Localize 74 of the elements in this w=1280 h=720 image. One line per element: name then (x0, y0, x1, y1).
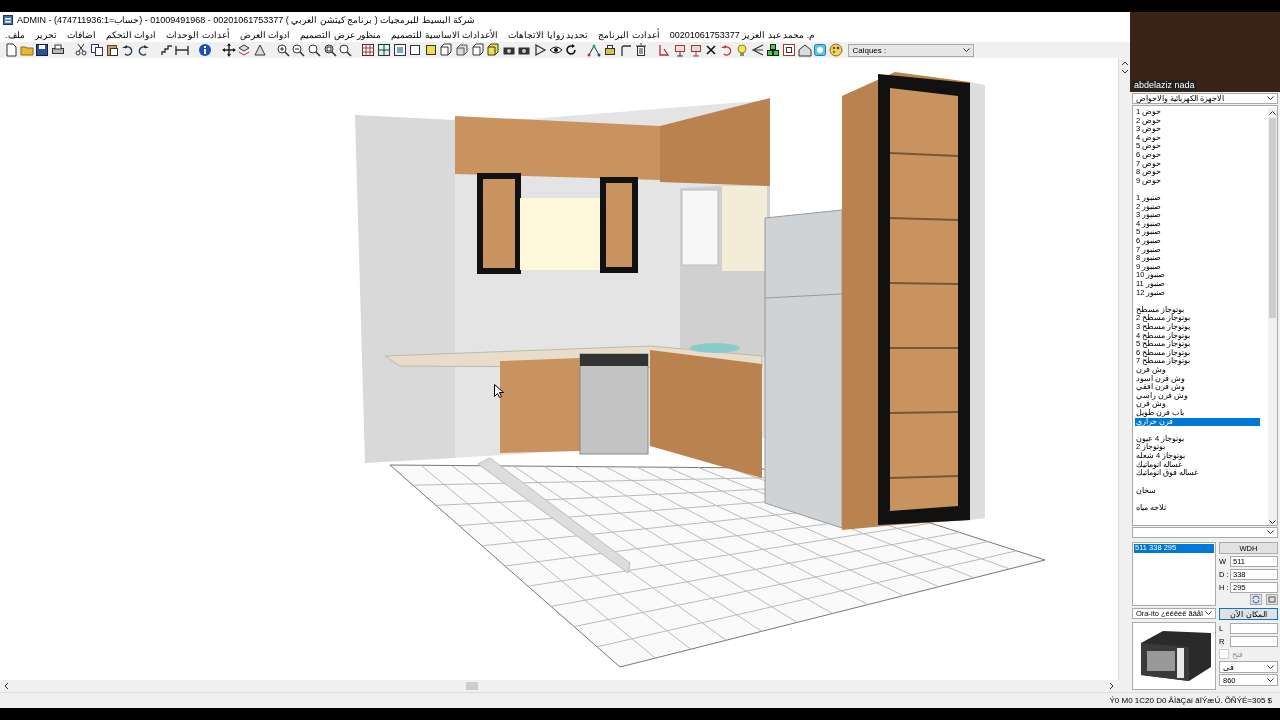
blocks-icon[interactable] (766, 43, 781, 57)
cube-icon[interactable] (439, 43, 454, 57)
copy-icon[interactable] (89, 43, 104, 57)
mouse-pointer-icon (494, 384, 504, 398)
play-icon[interactable] (532, 43, 547, 57)
scroll-down-icon[interactable] (1120, 69, 1129, 75)
eye-icon[interactable] (548, 43, 563, 57)
rotate-icon[interactable] (564, 43, 579, 57)
status-text: Ý0 M0 1C20 D0 ÂÌãÇáí ãÏÝæÚ. ÕÑÝÉ=305 $ (1109, 696, 1272, 705)
zoom-out-icon[interactable] (291, 43, 306, 57)
chevron-down-icon (1267, 530, 1274, 535)
menu-item[interactable]: أعدادت الوحدات (166, 30, 230, 40)
undo-icon[interactable] (120, 43, 135, 57)
window-title: ADMIN - شركة البسيط للبرمجيات ( برنامج كيتشن العربي ) 00201061753377 - 01009491968 - (حساب=474711936:1) (17, 15, 476, 25)
stairs-icon[interactable] (159, 43, 174, 57)
scroll-up-icon[interactable] (1120, 60, 1129, 66)
zoom-icon[interactable] (322, 43, 337, 57)
grid-icon[interactable] (377, 43, 392, 57)
frame-icon[interactable] (392, 43, 407, 57)
layers-dropdown[interactable]: Calques : (848, 43, 975, 57)
chevron-down-icon (1205, 611, 1212, 616)
zoom-icon[interactable] (338, 43, 353, 57)
square-icon[interactable] (423, 43, 438, 57)
scrollbar-thumb[interactable] (466, 682, 478, 690)
angle-icon[interactable] (750, 43, 765, 57)
print-icon[interactable] (50, 43, 65, 57)
menu-item[interactable]: تحديد زوايا الاتجاهات (508, 30, 589, 40)
refresh-icon[interactable] (1250, 594, 1262, 605)
measure-icon[interactable] (175, 43, 190, 57)
frame-icon[interactable] (782, 43, 797, 57)
zoom-icon[interactable] (307, 43, 322, 57)
menu-item[interactable]: ادوات العرض (239, 30, 291, 40)
cube-icon[interactable] (486, 43, 501, 57)
scroll-left-icon[interactable] (3, 682, 9, 690)
scissors-icon[interactable] (73, 43, 88, 57)
delete-icon[interactable] (634, 43, 649, 57)
table-icon[interactable] (688, 43, 703, 57)
chevron-down-icon (963, 47, 971, 53)
palette-icon[interactable] (828, 43, 843, 57)
menu-item[interactable]: الأعدادات الاساسية للتصميم (391, 30, 499, 40)
grid-icon[interactable] (361, 43, 376, 57)
triangle-icon[interactable] (252, 43, 267, 57)
square-icon[interactable] (408, 43, 423, 57)
input-field[interactable] (1230, 622, 1278, 634)
menu-item[interactable]: منظور عرض التصميم (300, 30, 382, 40)
save-icon[interactable] (35, 43, 50, 57)
app-icon (3, 15, 13, 25)
scrollbar-thumb[interactable] (1269, 118, 1276, 318)
chevron-down-icon (1267, 96, 1274, 101)
menu-item[interactable]: تحرير (34, 30, 57, 40)
nodes-icon[interactable] (587, 43, 602, 57)
info-icon[interactable] (198, 43, 213, 57)
menu-item[interactable]: ملف. (5, 30, 25, 40)
scroll-up-icon[interactable] (1269, 110, 1276, 115)
menu-item[interactable]: اضافات (66, 30, 96, 40)
corner-line-icon[interactable] (618, 43, 633, 57)
scroll-down-icon[interactable] (1269, 520, 1276, 525)
microwave-drawing (1141, 631, 1211, 681)
scroll-right-icon[interactable] (1109, 682, 1115, 690)
menu-item[interactable]: ادوات التحكم (105, 30, 157, 40)
input-field[interactable] (1230, 635, 1278, 647)
move-icon[interactable] (221, 43, 236, 57)
paste-icon[interactable] (105, 43, 120, 57)
close-icon[interactable] (704, 43, 719, 57)
menu-item[interactable]: م. محمد عبد العزيز 00201061753377 (669, 30, 816, 40)
menu-item[interactable]: أعدادت البرنامج (598, 30, 660, 40)
cube-icon[interactable] (455, 43, 469, 57)
layers-icon[interactable] (237, 43, 252, 57)
polyline-icon[interactable] (657, 43, 672, 57)
zoom-in-icon[interactable] (275, 43, 290, 57)
cube-icon[interactable] (470, 43, 485, 57)
table-icon[interactable] (672, 43, 687, 57)
presenter-caption: abdelaziz nada (1132, 80, 1197, 90)
redo-icon[interactable] (136, 43, 151, 57)
